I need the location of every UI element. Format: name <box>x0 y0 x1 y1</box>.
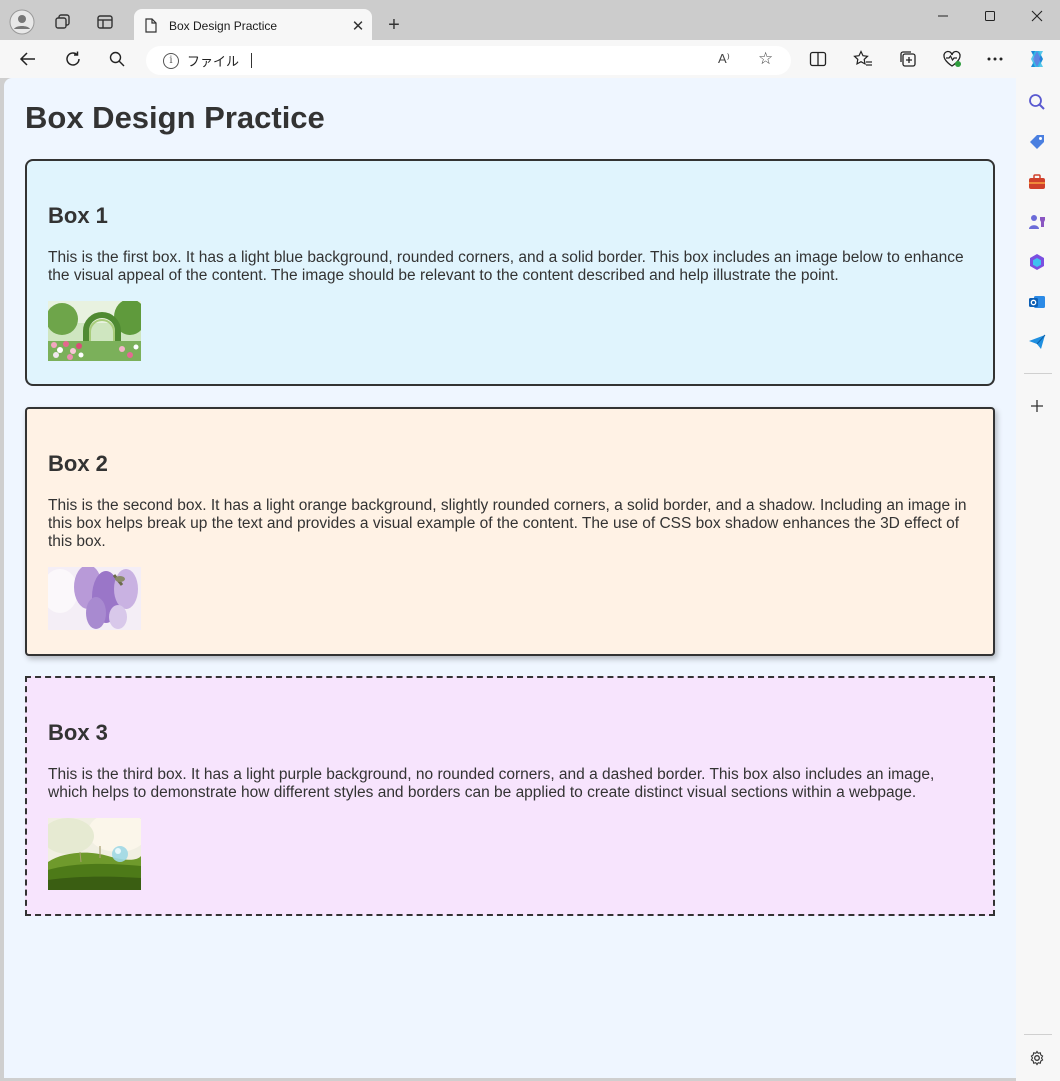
tools-briefcase-icon[interactable] <box>1026 171 1048 193</box>
close-window-icon[interactable] <box>1012 0 1060 32</box>
close-tab-icon[interactable]: ✕ <box>344 12 372 40</box>
page-icon <box>145 18 159 34</box>
games-chess-icon[interactable] <box>1026 211 1048 233</box>
read-aloud-icon[interactable]: A⁾ <box>718 51 730 67</box>
sidebar-divider <box>1024 373 1052 374</box>
vertical-tabs-icon[interactable] <box>92 9 118 35</box>
minimize-icon[interactable] <box>918 0 968 32</box>
box-3: Box 3 This is the third box. It has a li… <box>25 676 995 916</box>
send-paper-plane-icon[interactable] <box>1026 331 1048 353</box>
outlook-icon[interactable] <box>1026 291 1048 313</box>
wisteria-image <box>48 567 141 630</box>
moss-droplet-image <box>48 818 141 890</box>
add-sidebar-app-icon[interactable] <box>1026 395 1048 417</box>
active-tab[interactable]: Box Design Practice ✕ <box>134 9 372 42</box>
box-2-title: Box 2 <box>48 451 108 476</box>
box-1-text: This is the first box. It has a light bl… <box>48 249 964 284</box>
profile-icon[interactable] <box>9 9 35 35</box>
favorites-icon[interactable] <box>848 44 878 74</box>
refresh-icon[interactable] <box>58 44 88 74</box>
collections-icon[interactable] <box>893 44 923 74</box>
page-title: Box Design Practice <box>25 100 325 135</box>
edge-sidebar <box>1016 78 1060 1081</box>
sidebar-settings-gear-icon[interactable] <box>1026 1047 1048 1069</box>
garden-arch-image <box>48 301 141 361</box>
box-1-title: Box 1 <box>48 203 108 228</box>
tab-title: Box Design Practice <box>169 18 278 33</box>
favorite-star-icon[interactable]: ☆ <box>758 49 773 69</box>
new-tab-icon[interactable]: + <box>380 11 408 39</box>
browser-toolbar: i ファイル A⁾ ☆ <box>0 40 1060 78</box>
sidebar-search-icon[interactable] <box>1026 91 1048 113</box>
browser-essentials-icon[interactable] <box>937 44 967 74</box>
microsoft-365-icon[interactable] <box>1026 251 1048 273</box>
title-bar: Box Design Practice ✕ + <box>0 0 1060 42</box>
back-icon[interactable] <box>13 44 43 74</box>
box-2-text: This is the second box. It has a light o… <box>48 497 967 550</box>
box-3-text: This is the third box. It has a light pu… <box>48 766 935 801</box>
text-caret <box>251 53 253 68</box>
page-viewport: Box Design Practice Box 1 This is the fi… <box>4 78 1016 1078</box>
box-3-title: Box 3 <box>48 720 108 745</box>
info-icon[interactable]: i <box>163 52 179 69</box>
box-2: Box 2 This is the second box. It has a l… <box>25 407 995 656</box>
more-options-icon[interactable] <box>980 44 1010 74</box>
workspaces-icon[interactable] <box>50 9 76 35</box>
address-bar[interactable]: i ファイル A⁾ ☆ <box>146 46 791 75</box>
shopping-tag-icon[interactable] <box>1026 131 1048 153</box>
sidebar-divider-bottom <box>1024 1034 1052 1035</box>
box-1: Box 1 This is the first box. It has a li… <box>25 159 995 386</box>
search-icon[interactable] <box>102 44 132 74</box>
split-screen-icon[interactable] <box>803 44 833 74</box>
address-text: ファイル <box>187 54 240 69</box>
maximize-icon[interactable] <box>965 0 1015 32</box>
copilot-icon[interactable] <box>1022 44 1052 74</box>
